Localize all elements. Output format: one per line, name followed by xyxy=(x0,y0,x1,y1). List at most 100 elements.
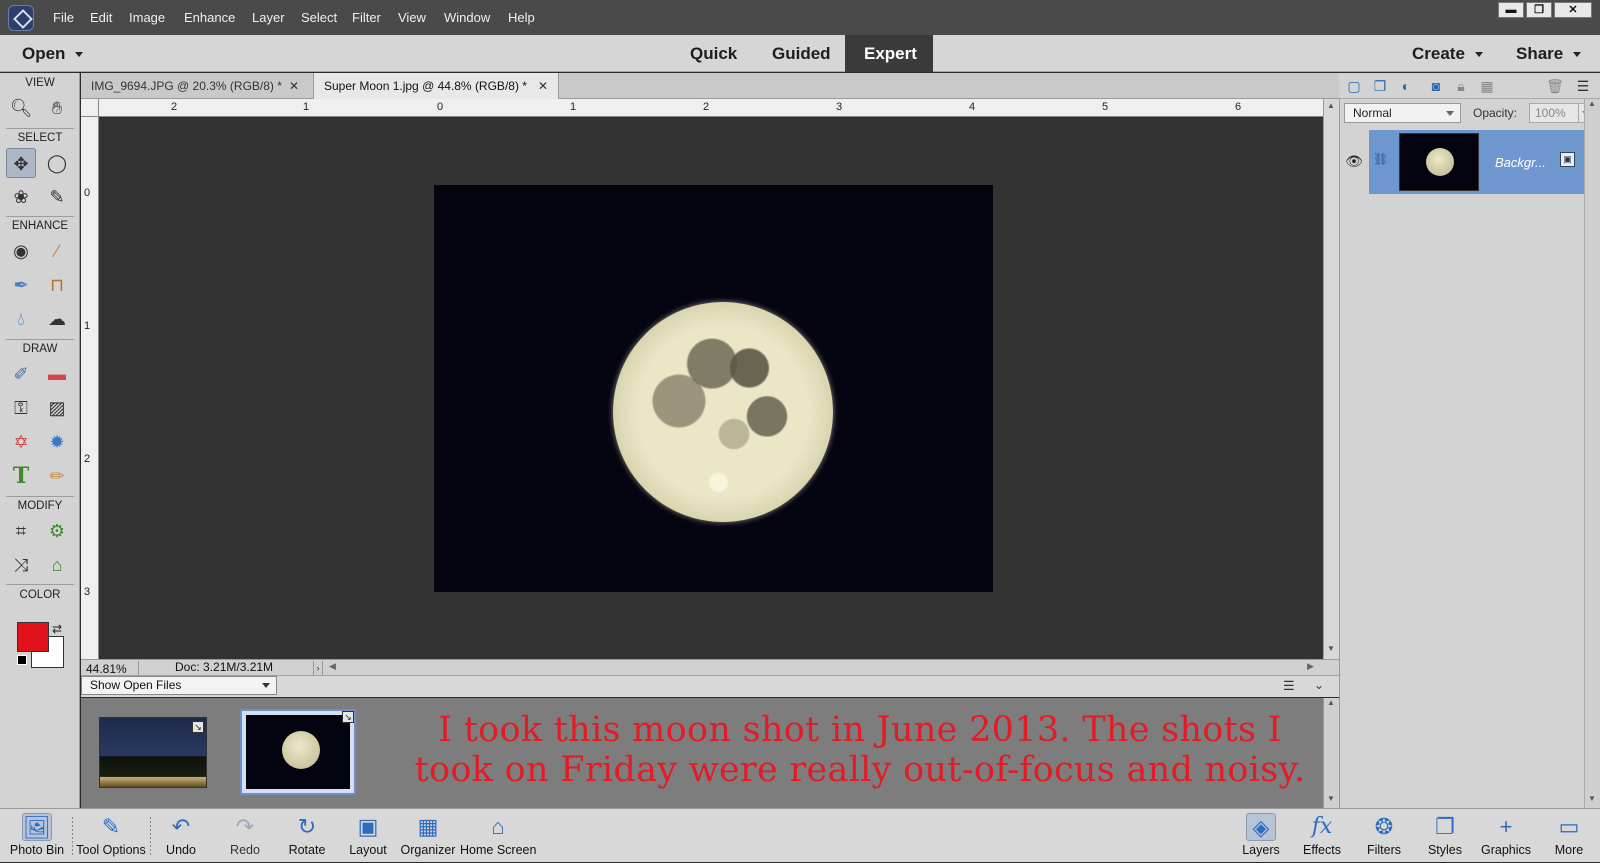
more-button[interactable]: ▭ More xyxy=(1546,809,1592,863)
clone-stamp-icon[interactable]: ⊓ xyxy=(42,270,72,300)
tool-options-button[interactable]: ✎ Tool Options xyxy=(74,809,148,863)
paint-bucket-icon[interactable]: ⚿ xyxy=(6,393,36,423)
bin-thumbnail-img-9694[interactable]: ↘ xyxy=(99,717,207,788)
taskbar-divider xyxy=(150,817,151,855)
menu-view[interactable]: View xyxy=(398,10,426,25)
restore-button[interactable]: ❐ xyxy=(1526,2,1552,18)
red-eye-tool-icon[interactable]: ◉ xyxy=(6,236,36,266)
content-aware-move-icon[interactable]: ⤨ xyxy=(6,550,36,580)
menu-help[interactable]: Help xyxy=(508,10,535,25)
organizer-button[interactable]: ▦ Organizer xyxy=(400,809,456,863)
adjustment-layer-icon[interactable]: ◐ xyxy=(1397,77,1415,95)
recompose-tool-icon[interactable]: ⚙ xyxy=(42,516,72,546)
tool-options-icon: ✎ xyxy=(101,814,121,839)
layer-mask-icon[interactable]: ◙ xyxy=(1427,77,1445,95)
foreground-color-swatch[interactable] xyxy=(17,622,49,652)
menu-image[interactable]: Image xyxy=(129,10,165,25)
lasso-tool-icon[interactable]: ❀ xyxy=(6,182,36,212)
layers-scrollbar[interactable]: ▲ ▼ xyxy=(1584,99,1600,808)
scroll-down-icon[interactable]: ▼ xyxy=(1327,644,1335,653)
menu-enhance[interactable]: Enhance xyxy=(184,10,235,25)
show-open-files-dropdown[interactable]: Show Open Files xyxy=(81,676,277,695)
bin-collapse-icon[interactable]: ⌄ xyxy=(1314,678,1324,692)
tab-close-icon[interactable]: ✕ xyxy=(289,73,299,99)
new-group-icon[interactable]: ❐ xyxy=(1371,77,1389,95)
menu-window[interactable]: Window xyxy=(444,10,490,25)
redo-button[interactable]: ↷ Redo xyxy=(222,809,268,863)
status-menu-arrow-icon[interactable]: › xyxy=(313,661,323,675)
mode-guided-tab[interactable]: Guided xyxy=(772,44,831,64)
visibility-eye-icon[interactable]: 👁︎ xyxy=(1343,150,1365,172)
menu-edit[interactable]: Edit xyxy=(90,10,112,25)
spot-healing-icon[interactable]: ∕ xyxy=(42,236,72,266)
lock-layer-icon[interactable]: 🔒︎ xyxy=(1452,77,1470,95)
sponge-tool-icon[interactable]: ☁ xyxy=(42,304,72,334)
undo-button[interactable]: ↶ Undo xyxy=(158,809,204,863)
zoom-tool-icon[interactable]: 🔍︎ xyxy=(6,93,36,123)
styles-icon: ❐ xyxy=(1435,814,1455,839)
open-button[interactable]: Open xyxy=(22,44,84,64)
crop-tool-icon[interactable]: ⌗ xyxy=(6,516,36,546)
layers-button[interactable]: ◈ Layers xyxy=(1236,809,1286,863)
scroll-down-icon[interactable]: ▼ xyxy=(1327,794,1335,803)
mode-quick-tab[interactable]: Quick xyxy=(690,44,737,64)
default-colors-icon[interactable] xyxy=(17,655,27,665)
lock-pixels-icon[interactable]: ▦ xyxy=(1478,77,1496,95)
effects-button[interactable]: fx Effects xyxy=(1296,809,1348,863)
vertical-scrollbar[interactable]: ▲ ▼ xyxy=(1323,99,1339,659)
scroll-up-icon[interactable]: ▲ xyxy=(1327,101,1335,110)
menu-select[interactable]: Select xyxy=(301,10,337,25)
tab-close-icon[interactable]: ✕ xyxy=(538,73,548,99)
scroll-up-icon[interactable]: ▲ xyxy=(1327,698,1335,707)
create-button[interactable]: Create xyxy=(1412,44,1483,64)
minimize-button[interactable]: ▬ xyxy=(1498,2,1524,18)
menu-file[interactable]: File xyxy=(53,10,74,25)
vertical-ruler: 0 1 2 3 xyxy=(81,117,99,659)
filters-button[interactable]: ❂ Filters xyxy=(1358,809,1410,863)
scroll-left-icon[interactable]: ◀ xyxy=(329,661,336,672)
section-modify-label: MODIFY xyxy=(17,500,63,512)
new-layer-icon[interactable]: ▢ xyxy=(1345,77,1363,95)
layer-name[interactable]: Backgr... xyxy=(1495,155,1546,170)
share-button[interactable]: Share xyxy=(1516,44,1582,64)
home-screen-button[interactable]: ⌂ Home Screen xyxy=(460,809,536,863)
close-window-button[interactable]: ✕ xyxy=(1554,2,1592,18)
scroll-down-icon[interactable]: ▼ xyxy=(1588,794,1596,803)
blur-tool-icon[interactable]: 💧︎ xyxy=(6,304,36,334)
move-tool-icon[interactable]: ✥ xyxy=(6,148,36,178)
swap-colors-icon[interactable]: ⇄ xyxy=(52,622,62,636)
bin-scrollbar[interactable]: ▲ ▼ xyxy=(1323,698,1339,808)
straighten-tool-icon[interactable]: ⌂ xyxy=(42,550,72,580)
bin-thumbnail-super-moon[interactable]: ↘ xyxy=(240,709,356,795)
graphics-button[interactable]: + Graphics xyxy=(1476,809,1536,863)
tab-img-9694[interactable]: IMG_9694.JPG @ 20.3% (RGB/8) * ✕ xyxy=(81,73,309,99)
menu-layer[interactable]: Layer xyxy=(252,10,285,25)
scroll-right-icon[interactable]: ▶ xyxy=(1307,661,1314,672)
type-tool-icon[interactable]: T xyxy=(6,461,36,491)
smart-brush-icon[interactable]: ✒ xyxy=(6,270,36,300)
elliptical-marquee-icon[interactable]: ◯ xyxy=(42,148,72,178)
pencil-tool-icon[interactable]: ✏ xyxy=(42,461,72,491)
photo-bin-button[interactable]: 🖼︎ Photo Bin xyxy=(4,809,70,863)
tab-super-moon[interactable]: Super Moon 1.jpg @ 44.8% (RGB/8) * ✕ xyxy=(313,73,559,99)
shape-tool-icon[interactable]: ✹ xyxy=(42,427,72,457)
bin-options-icon[interactable]: ☰ xyxy=(1283,678,1295,694)
opacity-input[interactable]: 100% xyxy=(1529,103,1579,123)
scroll-up-icon[interactable]: ▲ xyxy=(1588,99,1596,108)
gradient-tool-icon[interactable]: ▨ xyxy=(42,393,72,423)
layer-link-icon[interactable]: ⛓︎ xyxy=(1373,152,1388,166)
mode-expert-tab[interactable]: Expert xyxy=(864,44,917,64)
brush-tool-icon[interactable]: ✐ xyxy=(6,359,36,389)
panel-menu-icon[interactable]: ☰ xyxy=(1574,77,1592,95)
styles-button[interactable]: ❐ Styles xyxy=(1420,809,1470,863)
zoom-level[interactable]: 44.81% xyxy=(86,662,127,676)
layout-button[interactable]: ▣ Layout xyxy=(346,809,390,863)
delete-layer-icon[interactable]: 🗑︎ xyxy=(1546,77,1564,95)
menu-filter[interactable]: Filter xyxy=(352,10,381,25)
eraser-tool-icon[interactable]: ▬ xyxy=(42,359,72,389)
rotate-button[interactable]: ↻ Rotate xyxy=(282,809,332,863)
quick-selection-icon[interactable]: ✎ xyxy=(42,182,72,212)
eyedropper-icon[interactable]: ✡ xyxy=(6,427,36,457)
hand-tool-icon[interactable]: ✋︎ xyxy=(42,93,72,123)
blend-mode-select[interactable]: Normal xyxy=(1344,103,1461,123)
